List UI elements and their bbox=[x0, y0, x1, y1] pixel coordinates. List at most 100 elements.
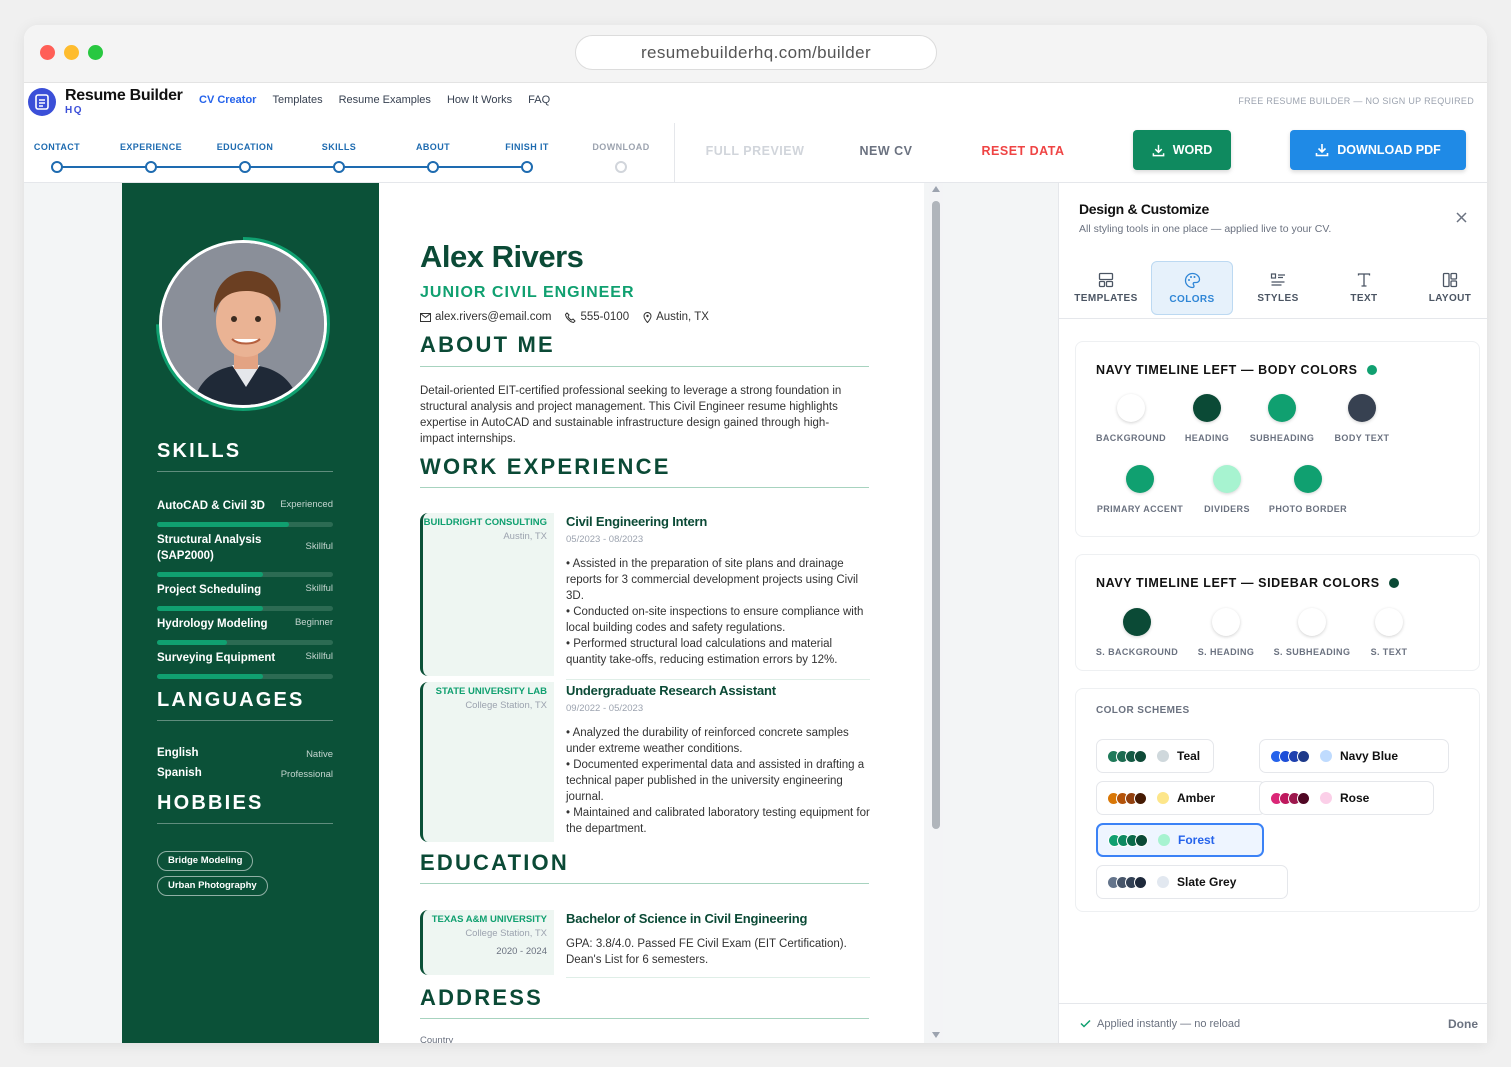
swatch-circle bbox=[1294, 465, 1322, 493]
step-dot[interactable] bbox=[333, 161, 345, 173]
divider bbox=[420, 487, 869, 488]
step-education[interactable]: EDUCATION bbox=[217, 142, 273, 152]
language-item[interactable]: Spanish Professional bbox=[157, 767, 333, 780]
status-dot bbox=[1366, 365, 1377, 375]
scroll-up-arrow-icon[interactable] bbox=[932, 186, 940, 192]
tab-text[interactable]: TEXT bbox=[1323, 261, 1405, 315]
contact-phone[interactable]: 555-0100 bbox=[580, 311, 629, 323]
maximize-window-button[interactable] bbox=[88, 45, 103, 60]
job-details: Civil Engineering Intern 05/2023 - 08/20… bbox=[566, 513, 870, 668]
nav-link-cv-creator[interactable]: CV Creator bbox=[199, 94, 256, 106]
brand-name[interactable]: Resume Builder bbox=[65, 87, 183, 105]
color-scheme-amber[interactable]: Amber bbox=[1096, 781, 1266, 815]
education-school: TEXAS A&M UNIVERSITY bbox=[431, 914, 547, 925]
nav-link-how-it-works[interactable]: How It Works bbox=[447, 94, 512, 106]
step-download[interactable]: DOWNLOAD bbox=[592, 142, 649, 152]
job-entry[interactable]: BUILDRIGHT CONSULTING Austin, TX Civil E… bbox=[420, 513, 869, 676]
canvas-scrollbar[interactable] bbox=[929, 183, 943, 1043]
resume-sidebar[interactable]: SKILLS Experienced AutoCAD & Civil 3D Ski… bbox=[122, 183, 379, 1043]
scroll-down-arrow-icon[interactable] bbox=[932, 1032, 940, 1038]
swatch-circle bbox=[1212, 608, 1240, 636]
color-scheme-slate-grey[interactable]: Slate Grey bbox=[1096, 865, 1288, 899]
step-finish[interactable]: FINISH IT bbox=[505, 142, 549, 152]
scheme-swatch bbox=[1157, 750, 1169, 762]
nav-link-templates[interactable]: Templates bbox=[272, 94, 322, 106]
section-heading-work: WORK EXPERIENCE bbox=[420, 454, 671, 479]
step-dot[interactable] bbox=[145, 161, 157, 173]
new-cv-button[interactable]: NEW CV bbox=[860, 144, 913, 158]
tab-styles[interactable]: STYLES bbox=[1237, 261, 1319, 315]
reset-data-button[interactable]: RESET DATA bbox=[981, 144, 1064, 158]
color-scheme-navy-blue[interactable]: Navy Blue bbox=[1259, 739, 1449, 773]
layout-icon bbox=[1442, 272, 1458, 288]
scheme-swatch bbox=[1320, 750, 1332, 762]
scheme-name: Rose bbox=[1320, 791, 1369, 805]
color-scheme-forest[interactable]: Forest bbox=[1096, 823, 1264, 857]
profile-photo[interactable] bbox=[159, 240, 327, 408]
divider bbox=[420, 366, 869, 367]
step-dot[interactable] bbox=[427, 161, 439, 173]
step-contact[interactable]: CONTACT bbox=[34, 142, 80, 152]
resume-name[interactable]: Alex Rivers bbox=[420, 239, 584, 275]
hobby-tag[interactable]: Urban Photography bbox=[157, 876, 268, 896]
skill-item[interactable]: Skillful Project Scheduling bbox=[157, 582, 333, 598]
job-title: Undergraduate Research Assistant bbox=[566, 683, 776, 698]
close-icon[interactable] bbox=[1456, 212, 1467, 223]
color-swatch-s-heading[interactable]: S. HEADING bbox=[1176, 608, 1276, 657]
scheme-color-dots bbox=[1107, 791, 1147, 805]
step-skills[interactable]: SKILLS bbox=[322, 142, 356, 152]
full-preview-button[interactable]: FULL PREVIEW bbox=[706, 144, 805, 158]
scheme-label: Rose bbox=[1340, 791, 1370, 805]
tab-templates[interactable]: TEMPLATES bbox=[1065, 261, 1147, 315]
color-scheme-teal[interactable]: Teal bbox=[1096, 739, 1214, 773]
scheme-dot bbox=[1297, 791, 1310, 805]
color-swatch-s-text[interactable]: S. TEXT bbox=[1339, 608, 1439, 657]
skill-item[interactable]: Experienced AutoCAD & Civil 3D bbox=[157, 498, 333, 514]
panel-subtitle: All styling tools in one place — applied… bbox=[1079, 223, 1332, 235]
swatch-circle bbox=[1117, 394, 1145, 422]
close-window-button[interactable] bbox=[40, 45, 55, 60]
job-entry[interactable]: STATE UNIVERSITY LAB College Station, TX… bbox=[420, 682, 870, 842]
nav-link-faq[interactable]: FAQ bbox=[528, 94, 550, 106]
step-dot[interactable] bbox=[239, 161, 251, 173]
step-dot[interactable] bbox=[615, 161, 627, 173]
skill-item[interactable]: Beginner Hydrology Modeling bbox=[157, 616, 333, 632]
download-pdf-button[interactable]: DOWNLOAD PDF bbox=[1290, 130, 1466, 170]
step-experience[interactable]: EXPERIENCE bbox=[120, 142, 182, 152]
color-swatch-s-background[interactable]: S. BACKGROUND bbox=[1087, 608, 1187, 657]
color-swatch-primary-accent[interactable]: PRIMARY ACCENT bbox=[1090, 465, 1190, 514]
scheme-name: Forest bbox=[1158, 833, 1215, 847]
hobby-tag[interactable]: Bridge Modeling bbox=[157, 851, 254, 871]
nav-link-resume-examples[interactable]: Resume Examples bbox=[339, 94, 431, 106]
color-swatch-photo-border[interactable]: PHOTO BORDER bbox=[1258, 465, 1358, 514]
step-dot[interactable] bbox=[521, 161, 533, 173]
scrollbar-thumb[interactable] bbox=[932, 201, 940, 829]
minimize-window-button[interactable] bbox=[64, 45, 79, 60]
color-scheme-rose[interactable]: Rose bbox=[1259, 781, 1434, 815]
education-entry[interactable]: TEXAS A&M UNIVERSITY College Station, TX… bbox=[420, 910, 869, 975]
scheme-label: Forest bbox=[1178, 833, 1215, 847]
job-details: Undergraduate Research Assistant 09/2022… bbox=[566, 682, 870, 837]
job-location: Austin, TX bbox=[503, 531, 547, 542]
skill-item[interactable]: Skillful Surveying Equipment bbox=[157, 650, 333, 666]
done-button[interactable]: Done bbox=[1448, 1017, 1478, 1031]
color-swatch-body-text[interactable]: BODY TEXT bbox=[1312, 394, 1412, 443]
download-pdf-label: DOWNLOAD PDF bbox=[1337, 143, 1441, 157]
address-bar[interactable]: resumebuilderhq.com/builder bbox=[575, 35, 937, 70]
logo-icon[interactable] bbox=[28, 88, 56, 116]
swatch-circle bbox=[1213, 465, 1241, 493]
resume-page: SKILLS Experienced AutoCAD & Civil 3D Ski… bbox=[122, 183, 924, 1043]
contact-email[interactable]: alex.rivers@email.com bbox=[435, 311, 551, 323]
skill-item[interactable]: Skillful Structural Analysis (SAP2000) bbox=[157, 532, 333, 564]
skill-bar-fill bbox=[157, 640, 228, 645]
swatch-circle bbox=[1298, 608, 1326, 636]
about-text[interactable]: Detail-oriented EIT-certified profession… bbox=[420, 383, 862, 447]
tab-colors[interactable]: COLORS bbox=[1151, 261, 1233, 315]
step-dot[interactable] bbox=[51, 161, 63, 173]
contact-location[interactable]: Austin, TX bbox=[656, 311, 709, 323]
step-about[interactable]: ABOUT bbox=[416, 142, 450, 152]
tab-layout[interactable]: LAYOUT bbox=[1409, 261, 1487, 315]
language-item[interactable]: English Native bbox=[157, 747, 333, 760]
resume-title[interactable]: JUNIOR CIVIL ENGINEER bbox=[420, 284, 635, 302]
word-download-button[interactable]: WORD bbox=[1133, 130, 1231, 170]
